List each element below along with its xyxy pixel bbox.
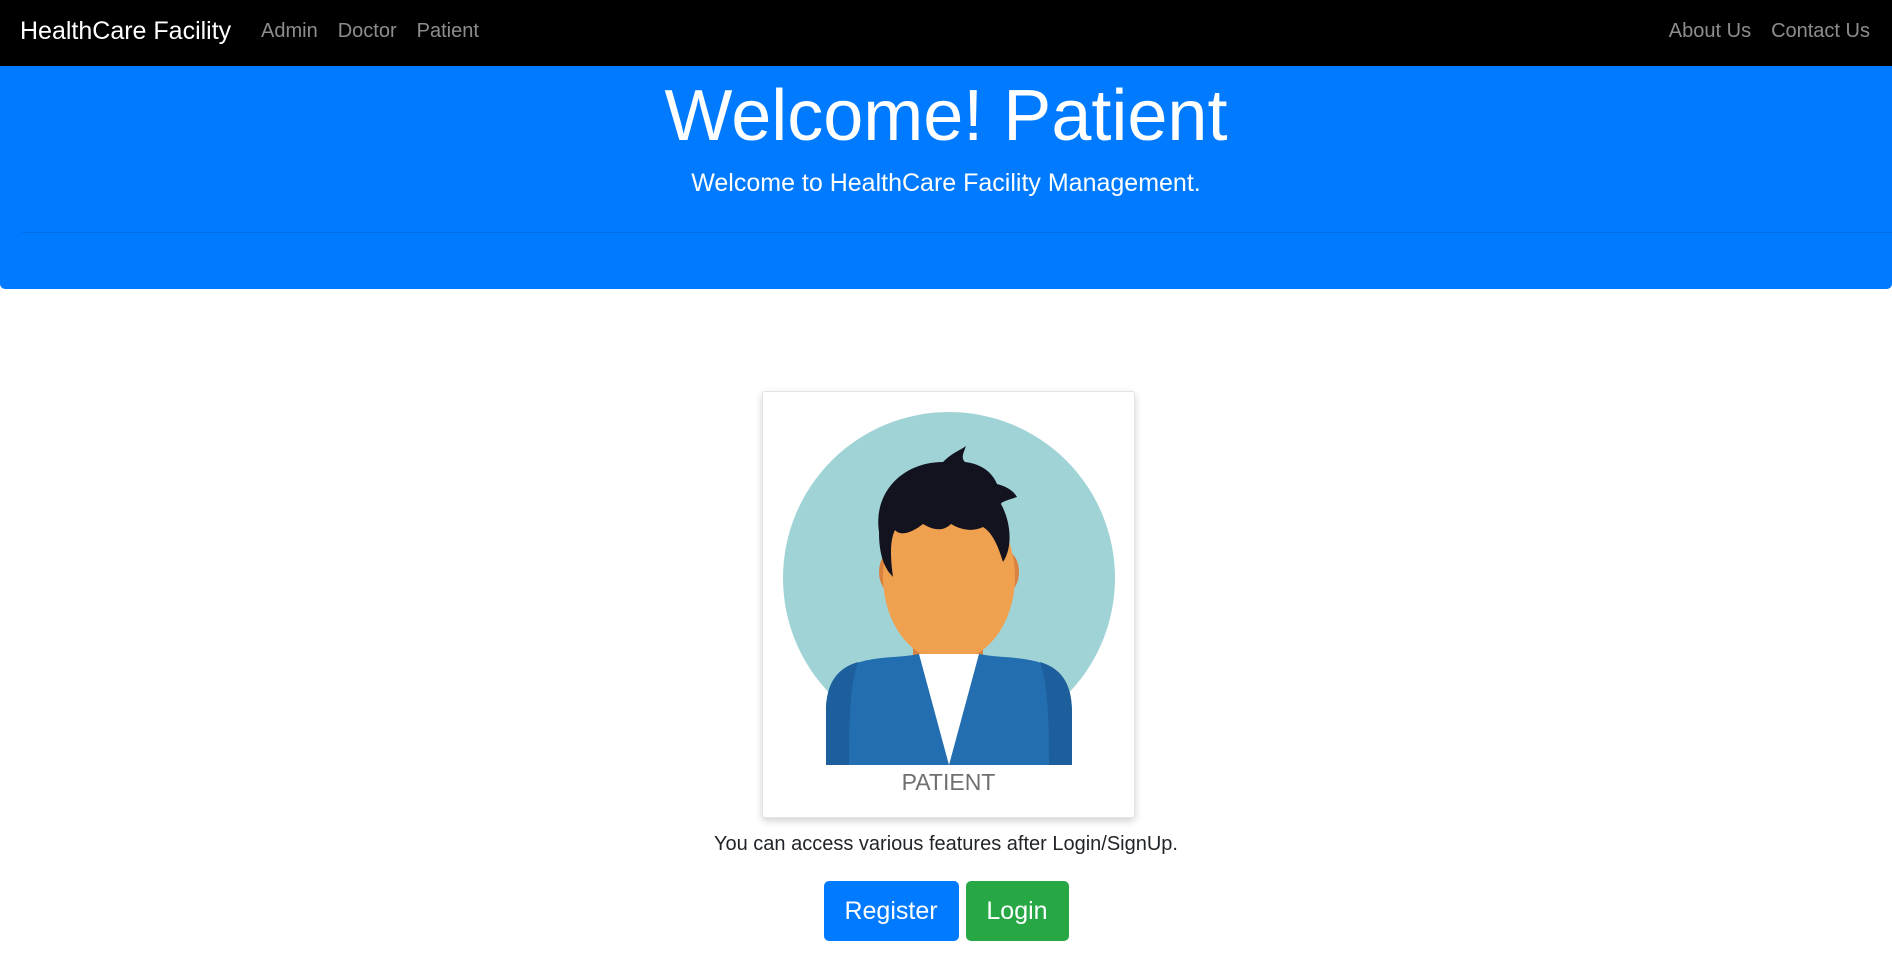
nav-link-contact-us[interactable]: Contact Us — [1771, 20, 1870, 43]
login-button[interactable]: Login — [965, 881, 1069, 941]
nav-link-doctor[interactable]: Doctor — [338, 20, 397, 43]
register-button[interactable]: Register — [823, 881, 959, 941]
nav-right-links: About Us Contact Us — [1649, 0, 1870, 62]
page-subtitle: Welcome to HealthCare Facility Managemen… — [691, 169, 1201, 197]
nav-left-links: Admin Doctor Patient — [261, 0, 479, 62]
page-title: Welcome! Patient — [664, 76, 1228, 156]
nav-link-patient[interactable]: Patient — [417, 20, 479, 43]
card-caption: PATIENT — [901, 769, 996, 795]
nav-link-admin[interactable]: Admin — [261, 20, 318, 43]
top-navbar: HealthCare Facility Admin Doctor Patient… — [0, 0, 1892, 66]
brand-link[interactable]: HealthCare Facility — [20, 0, 231, 62]
info-text: You can access various features after Lo… — [714, 833, 1178, 855]
patient-avatar-icon — [783, 412, 1115, 765]
welcome-jumbotron: Welcome! Patient Welcome to HealthCare F… — [0, 66, 1892, 289]
patient-card: PATIENT — [762, 391, 1135, 818]
auth-buttons: Register Login — [0, 881, 1892, 941]
nav-link-about-us[interactable]: About Us — [1669, 20, 1751, 43]
jumbotron-divider — [22, 232, 1892, 233]
